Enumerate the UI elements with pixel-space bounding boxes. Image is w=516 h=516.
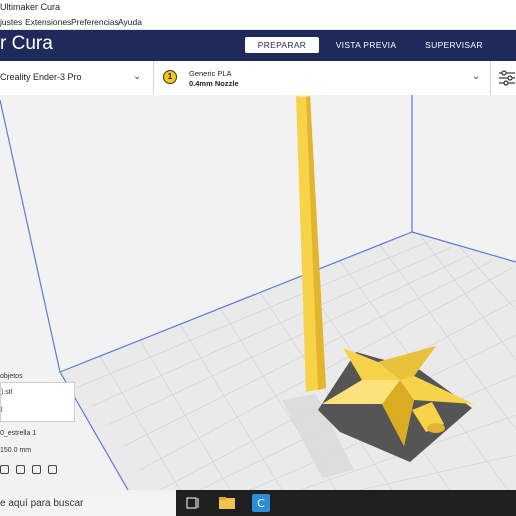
- view-front-icon[interactable]: [16, 465, 25, 474]
- settings-sliders-icon[interactable]: [498, 69, 516, 87]
- menu-bar: justes Extensiones Preferencias Ayuda: [0, 15, 516, 30]
- task-view-icon[interactable]: [184, 494, 202, 512]
- menu-item-ayuda[interactable]: Ayuda: [118, 17, 142, 27]
- svg-text:C: C: [257, 497, 265, 510]
- taskbar-search[interactable]: e aquí para buscar: [0, 490, 176, 516]
- nozzle-label[interactable]: 0.4mm Nozzle: [189, 79, 239, 88]
- windows-taskbar: e aquí para buscar C: [0, 490, 516, 516]
- extruder-badge[interactable]: 1: [163, 70, 177, 84]
- cura-logo: r Cura: [0, 33, 53, 54]
- tab-prepare[interactable]: PREPARAR: [245, 37, 319, 53]
- title-bar: Ultimaker Cura: [0, 0, 516, 15]
- selected-object-name: 0_estrella 1: [0, 430, 37, 437]
- taskbar-search-text: e aquí para buscar: [0, 498, 84, 509]
- build-viewport[interactable]: objetos ).stl l 0_estrella 1 150.0 mm: [0, 95, 516, 490]
- divider: [490, 61, 491, 95]
- view-top-icon[interactable]: [32, 465, 41, 474]
- view-side-icon[interactable]: [48, 465, 57, 474]
- file-explorer-icon[interactable]: [218, 494, 236, 512]
- divider: [153, 61, 154, 95]
- tab-monitor[interactable]: SUPERVISAR: [420, 37, 488, 53]
- build-volume-scene[interactable]: [0, 95, 516, 490]
- object-list-panel: objetos ).stl l 0_estrella 1 150.0 mm: [0, 373, 76, 485]
- app-header: r Cura PREPARAR VISTA PREVIA SUPERVISAR: [0, 30, 516, 61]
- menu-item-ajustes[interactable]: justes: [0, 17, 22, 27]
- menu-item-extensiones[interactable]: Extensiones: [25, 17, 71, 27]
- taskbar-apps: C: [176, 490, 516, 516]
- material-label[interactable]: Generic PLA: [189, 69, 232, 78]
- chevron-down-icon[interactable]: ⌄: [133, 71, 141, 82]
- object-list[interactable]: ).stl l: [0, 382, 75, 422]
- list-item[interactable]: l: [1, 407, 3, 414]
- object-list-title: objetos: [0, 373, 23, 380]
- list-item[interactable]: ).stl: [1, 389, 12, 396]
- cura-app-icon[interactable]: C: [252, 494, 270, 512]
- printer-selector[interactable]: Creality Ender-3 Pro: [0, 72, 82, 82]
- window-title: Ultimaker Cura: [0, 2, 61, 12]
- printer-bar: Creality Ender-3 Pro ⌄ 1 Generic PLA 0.4…: [0, 61, 516, 96]
- chevron-down-icon[interactable]: ⌄: [472, 71, 480, 82]
- object-view-icons: [0, 465, 60, 477]
- tab-preview[interactable]: VISTA PREVIA: [331, 37, 401, 53]
- view-3d-icon[interactable]: [0, 465, 9, 474]
- object-dimensions: 150.0 mm: [0, 447, 32, 454]
- menu-item-preferencias[interactable]: Preferencias: [71, 17, 119, 27]
- stub-end: [427, 423, 445, 433]
